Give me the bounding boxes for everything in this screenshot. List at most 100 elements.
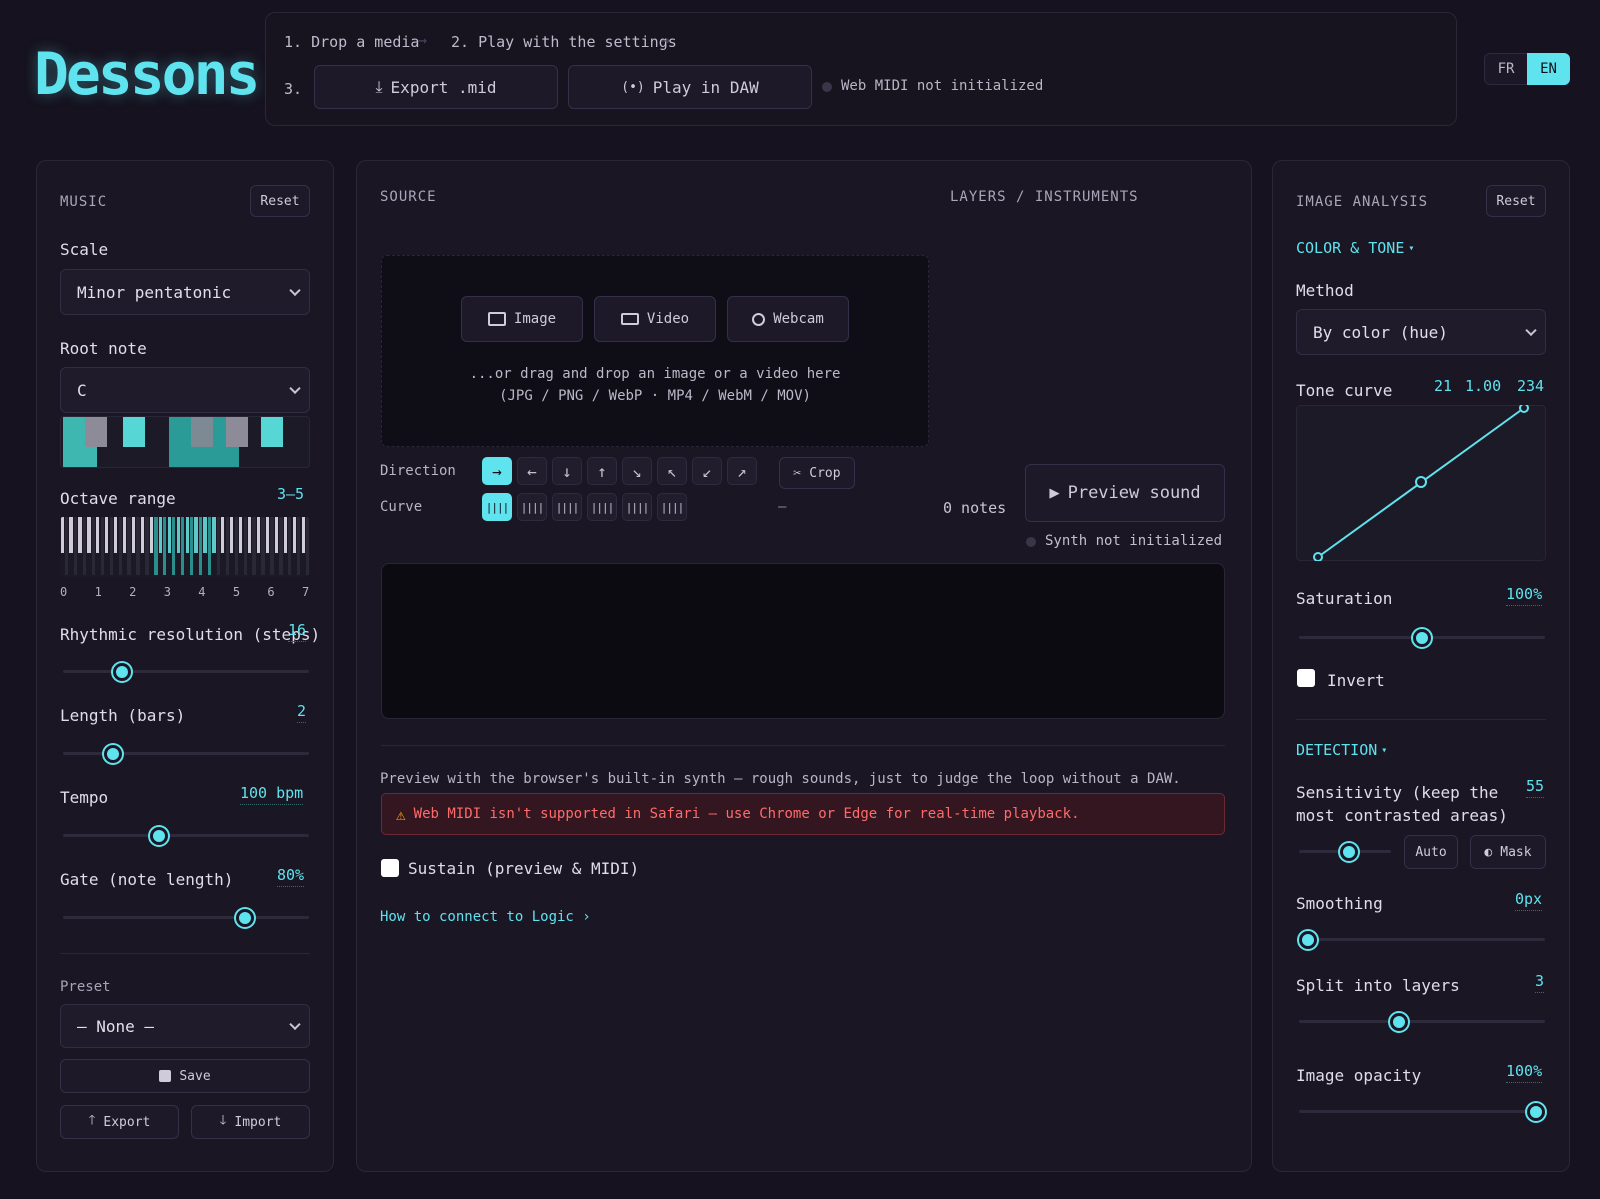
- crop-button[interactable]: ✂ Crop: [779, 457, 855, 489]
- tone-low-value: 21: [1434, 377, 1453, 395]
- octave-tick-label: 0: [60, 585, 68, 599]
- lang-en-button[interactable]: EN: [1527, 53, 1570, 85]
- piano-key: [114, 517, 118, 553]
- tone-gamma-value: 1.00: [1465, 377, 1502, 395]
- caret-down-icon: ▾: [1381, 744, 1388, 756]
- piano-key: [172, 517, 176, 575]
- lang-fr-button[interactable]: FR: [1485, 54, 1527, 84]
- preview-sound-button[interactable]: ▶ Preview sound: [1025, 464, 1225, 522]
- detection-section-toggle[interactable]: DETECTION ▾: [1296, 741, 1387, 759]
- octave-range-piano[interactable]: [60, 517, 310, 577]
- curve-ease-out-icon[interactable]: ||||: [552, 493, 582, 521]
- curve-center-icon[interactable]: ||||: [622, 493, 652, 521]
- piano-key: [225, 517, 229, 575]
- direction-left-icon[interactable]: ←: [517, 457, 547, 485]
- sensitivity-slider[interactable]: [1299, 843, 1391, 861]
- direction-right-icon[interactable]: →: [482, 457, 512, 485]
- layers-title: LAYERS / INSTRUMENTS: [950, 189, 1139, 205]
- slider-thumb[interactable]: [1339, 843, 1358, 861]
- tone-curve-low-handle[interactable]: [1313, 552, 1323, 561]
- direction-up-right-icon[interactable]: ↗: [727, 457, 757, 485]
- slider-thumb[interactable]: [236, 909, 255, 927]
- warning-text: Web MIDI isn't supported in Safari — use…: [413, 806, 1080, 822]
- split-layers-slider[interactable]: [1299, 1013, 1545, 1031]
- piano-key: [87, 517, 91, 553]
- color-tone-section-toggle[interactable]: COLOR & TONE ▾: [1296, 239, 1414, 257]
- webcam-button[interactable]: Webcam: [727, 296, 849, 342]
- media-drop-zone[interactable]: Image Video Webcam ...or drag and drop a…: [381, 255, 929, 447]
- tone-curve-editor[interactable]: [1296, 405, 1546, 561]
- saturation-slider[interactable]: [1299, 629, 1545, 647]
- scale-select[interactable]: Minor pentatonic: [60, 269, 310, 315]
- slider-thumb[interactable]: [113, 663, 132, 681]
- tempo-label: Tempo: [60, 788, 109, 807]
- slider-thumb[interactable]: [149, 827, 168, 845]
- sensitivity-auto-button[interactable]: Auto: [1404, 835, 1458, 869]
- midi-status-dot: [822, 82, 832, 92]
- piano-key: [189, 517, 194, 575]
- music-title: MUSIC: [60, 194, 108, 210]
- piano-key: [198, 517, 203, 575]
- direction-down-left-icon[interactable]: ↙: [692, 457, 722, 485]
- preset-save-button[interactable]: Save: [60, 1059, 310, 1093]
- invert-checkbox[interactable]: [1297, 669, 1315, 687]
- sustain-checkbox[interactable]: [381, 859, 399, 877]
- curve-ease-in-out-icon[interactable]: ||||: [587, 493, 617, 521]
- tone-curve-mid-handle[interactable]: [1415, 476, 1427, 488]
- direction-down-icon[interactable]: ↓: [552, 457, 582, 485]
- image-opacity-slider[interactable]: [1299, 1103, 1545, 1121]
- image-opacity-value: 100%: [1506, 1062, 1543, 1083]
- slider-thumb[interactable]: [104, 745, 123, 763]
- root-note-select[interactable]: C: [60, 367, 310, 413]
- play-in-daw-button[interactable]: (•) Play in DAW: [568, 65, 812, 109]
- piano-key: [288, 517, 292, 575]
- mask-toggle-button[interactable]: ◐ Mask: [1470, 835, 1546, 869]
- slider-thumb[interactable]: [1413, 629, 1431, 647]
- layers-canvas[interactable]: [381, 563, 1225, 719]
- slider-thumb[interactable]: [1390, 1013, 1409, 1031]
- slider-thumb[interactable]: [1299, 931, 1317, 949]
- video-button[interactable]: Video: [594, 296, 716, 342]
- connect-logic-link[interactable]: How to connect to Logic ›: [380, 909, 591, 925]
- piano-key: [60, 517, 64, 553]
- image-analysis-title: IMAGE ANALYSIS: [1296, 194, 1429, 210]
- scale-key: [85, 417, 107, 447]
- preset-export-button[interactable]: 🡑 Export: [60, 1105, 179, 1139]
- direction-up-left-icon[interactable]: ↖: [657, 457, 687, 485]
- rhythmic-resolution-slider[interactable]: [63, 663, 309, 681]
- saturation-label: Saturation: [1296, 589, 1393, 608]
- preset-import-button[interactable]: 🡓 Import: [191, 1105, 310, 1139]
- tempo-slider[interactable]: [63, 827, 309, 845]
- music-reset-button[interactable]: Reset: [250, 185, 310, 217]
- gate-slider[interactable]: [63, 909, 309, 927]
- direction-down-right-icon[interactable]: ↘: [622, 457, 652, 485]
- scale-key: [123, 417, 145, 447]
- tone-curve-high-handle[interactable]: [1519, 405, 1529, 413]
- broadcast-icon: (•): [621, 79, 645, 95]
- slider-thumb[interactable]: [1527, 1103, 1545, 1121]
- piano-key: [239, 517, 243, 553]
- piano-key: [91, 517, 95, 575]
- octave-tick-label: 6: [267, 585, 275, 599]
- preset-select[interactable]: – None –: [60, 1004, 310, 1048]
- direction-up-icon[interactable]: ↑: [587, 457, 617, 485]
- music-panel: MUSIC Reset Scale Minor pentatonic Root …: [36, 160, 334, 1172]
- piano-key: [64, 517, 69, 575]
- step-3-label: 3.: [284, 80, 303, 98]
- analysis-reset-button[interactable]: Reset: [1486, 185, 1546, 217]
- notes-count: 0 notes: [943, 499, 1007, 517]
- curve-linear-icon[interactable]: ||||: [482, 493, 512, 521]
- preset-label: Preset: [60, 979, 111, 995]
- curve-edges-icon[interactable]: ||||: [657, 493, 687, 521]
- length-bars-slider[interactable]: [63, 745, 309, 763]
- smoothing-slider[interactable]: [1299, 931, 1545, 949]
- method-select[interactable]: By color (hue): [1296, 309, 1546, 355]
- scale-value: Minor pentatonic: [77, 282, 232, 302]
- curve-ease-in-icon[interactable]: ||||: [517, 493, 547, 521]
- split-layers-value: 3: [1535, 972, 1545, 993]
- export-mid-button[interactable]: ⤓ Export .mid: [314, 65, 558, 109]
- image-button[interactable]: Image: [461, 296, 583, 342]
- divider: [381, 745, 1225, 746]
- arrow-down-icon: 🡓: [219, 1113, 227, 1128]
- piano-key: [270, 517, 274, 575]
